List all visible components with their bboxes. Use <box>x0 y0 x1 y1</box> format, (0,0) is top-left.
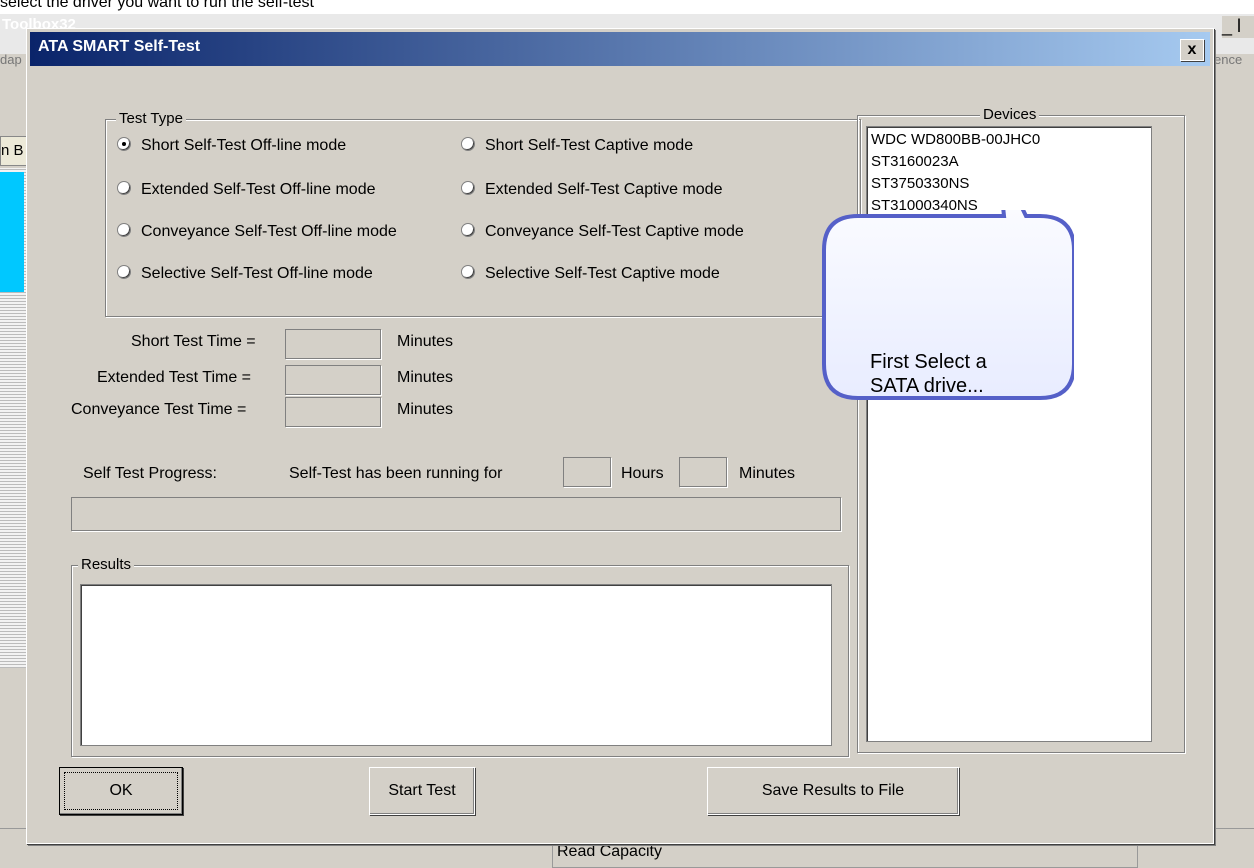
radio-indicator <box>117 265 131 279</box>
device-item[interactable]: WDC WD800BB-00JHC0 <box>871 129 1147 151</box>
radio-label: Short Self-Test Off-line mode <box>141 137 347 154</box>
radio-short-offline[interactable]: Short Self-Test Off-line mode <box>117 137 346 155</box>
minutes-field <box>679 457 727 487</box>
background-right-pane <box>1214 108 1254 828</box>
short-test-time-field <box>285 329 381 359</box>
callout-text: First Select a SATA drive... <box>870 351 987 397</box>
extended-test-time-field <box>285 365 381 395</box>
radio-label: Selective Self-Test Captive mode <box>485 265 720 282</box>
conveyance-test-time-label: Conveyance Test Time = <box>71 401 247 418</box>
radio-indicator <box>461 223 475 237</box>
background-caption-text: select the driver you want to run the se… <box>0 0 314 11</box>
hours-field <box>563 457 611 487</box>
background-selected-cells <box>0 172 24 292</box>
conveyance-test-time-unit: Minutes <box>397 401 454 418</box>
background-left-text: dap <box>0 52 22 67</box>
radio-label: Conveyance Self-Test Off-line mode <box>141 223 397 240</box>
radio-indicator <box>461 137 475 151</box>
radio-indicator <box>117 223 131 237</box>
device-item[interactable]: ST3750330NS <box>871 173 1147 195</box>
radio-extended-captive[interactable]: Extended Self-Test Captive mode <box>461 181 722 199</box>
dialog-title: ATA SMART Self-Test <box>38 38 201 55</box>
conveyance-test-time-field <box>285 397 381 427</box>
extended-test-time-unit: Minutes <box>397 369 454 386</box>
radio-label: Conveyance Self-Test Captive mode <box>485 223 744 240</box>
radio-indicator <box>461 265 475 279</box>
radio-label: Short Self-Test Captive mode <box>485 137 694 154</box>
close-icon: x <box>1187 41 1197 58</box>
short-test-time-label: Short Test Time = <box>131 333 256 350</box>
background-right-text: ence <box>1214 52 1243 67</box>
radio-label: Extended Self-Test Off-line mode <box>141 181 376 198</box>
self-test-dialog: ATA SMART Self-Test x Test Type Short Se… <box>26 28 1214 844</box>
background-window-controls[interactable]: _ l <box>1222 16 1254 38</box>
minutes-unit: Minutes <box>739 465 796 482</box>
radio-indicator <box>117 181 131 195</box>
results-group: Results <box>71 556 849 757</box>
radio-indicator <box>461 181 475 195</box>
extended-test-time-label: Extended Test Time = <box>97 369 252 386</box>
self-test-progress-bar <box>71 497 841 531</box>
start-test-button[interactable]: Start Test <box>369 767 475 815</box>
radio-short-captive[interactable]: Short Self-Test Captive mode <box>461 137 693 155</box>
radio-selective-captive[interactable]: Selective Self-Test Captive mode <box>461 265 720 283</box>
self-test-progress-label: Self Test Progress: <box>83 465 217 482</box>
hours-unit: Hours <box>621 465 664 482</box>
radio-label: Selective Self-Test Off-line mode <box>141 265 373 282</box>
running-time-label: Self-Test has been running for <box>289 465 503 482</box>
test-type-label: Test Type <box>116 110 186 127</box>
radio-label: Extended Self-Test Captive mode <box>485 181 723 198</box>
dialog-title-bar[interactable]: ATA SMART Self-Test x <box>30 32 1210 66</box>
radio-selective-offline[interactable]: Selective Self-Test Off-line mode <box>117 265 373 283</box>
short-test-time-unit: Minutes <box>397 333 454 350</box>
radio-extended-offline[interactable]: Extended Self-Test Off-line mode <box>117 181 376 199</box>
results-label: Results <box>78 556 135 573</box>
device-item[interactable]: ST3160023A <box>871 151 1147 173</box>
results-textbox[interactable] <box>80 584 832 746</box>
ok-button[interactable]: OK <box>59 767 183 815</box>
radio-conveyance-captive[interactable]: Conveyance Self-Test Captive mode <box>461 223 744 241</box>
radio-conveyance-offline[interactable]: Conveyance Self-Test Off-line mode <box>117 223 397 241</box>
save-results-button[interactable]: Save Results to File <box>707 767 959 815</box>
devices-label: Devices <box>980 106 1040 123</box>
radio-indicator <box>117 137 131 151</box>
close-button[interactable]: x <box>1180 39 1204 61</box>
